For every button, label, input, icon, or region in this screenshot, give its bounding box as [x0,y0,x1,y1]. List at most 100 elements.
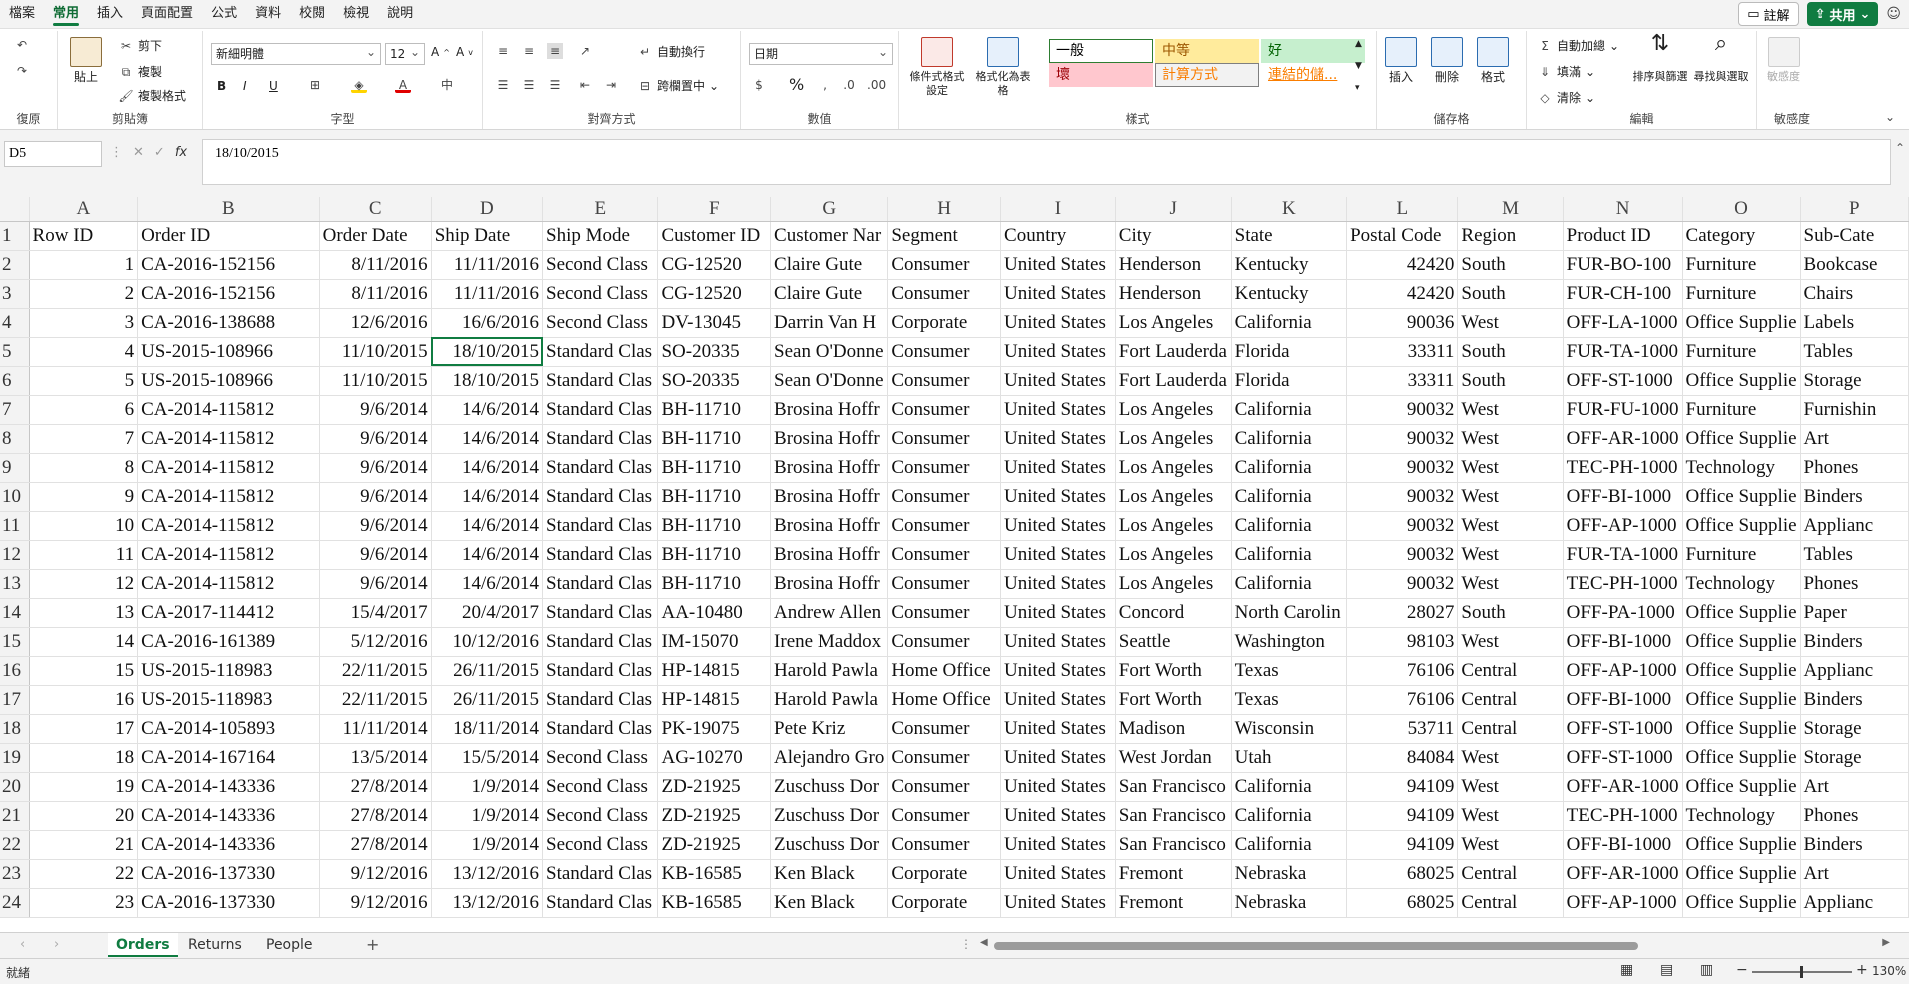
cell[interactable]: Central [1457,714,1564,744]
cell[interactable]: BH-11710 [657,424,772,454]
column-header[interactable]: O [1682,197,1801,222]
conditional-format-button[interactable]: 條件式格式設定 [907,37,967,98]
cell[interactable]: Art [1800,772,1909,802]
cell[interactable]: Office Supplie [1682,511,1801,541]
cell[interactable]: 2 [29,279,139,309]
cell[interactable]: HP-14815 [657,685,772,715]
cell[interactable]: Standard Clas [542,598,659,628]
row-header[interactable]: 6 [0,366,30,396]
cell[interactable]: Sean O'Donne [770,366,889,396]
cell[interactable]: CA-2014-143336 [137,830,320,860]
undo-button[interactable]: ↶ [14,37,30,53]
cell[interactable]: 1/9/2014 [431,830,544,860]
cell[interactable]: Technology [1682,801,1801,831]
align-top-button[interactable]: ≡ [495,43,511,59]
cell[interactable]: South [1457,250,1564,280]
shrink-font-button[interactable]: Av [456,45,473,59]
cell[interactable]: Paper [1800,598,1909,628]
cell[interactable]: Office Supplie [1682,772,1801,802]
cell[interactable]: Pete Kriz [770,714,889,744]
menu-tab[interactable]: 校閱 [290,0,334,28]
menu-tab[interactable]: 檢視 [334,0,378,28]
cell[interactable]: 14/6/2014 [431,424,544,454]
cell[interactable]: 42420 [1346,279,1459,309]
cell[interactable]: California [1231,772,1348,802]
cell[interactable]: Harold Pawla [770,685,889,715]
cell[interactable]: Ken Black [770,859,889,889]
cell[interactable]: Second Class [542,308,659,338]
cell[interactable]: 90032 [1346,482,1459,512]
cell[interactable]: 9/6/2014 [319,540,432,570]
row-header[interactable]: 5 [0,337,30,367]
header-cell[interactable]: City [1115,221,1232,251]
page-break-view-icon[interactable]: ▥ [1700,962,1713,978]
cell[interactable]: Applianc [1800,511,1909,541]
cell[interactable]: CG-12520 [657,250,772,280]
cell[interactable]: FUR-TA-1000 [1563,337,1683,367]
cell[interactable]: 12 [29,569,139,599]
cell[interactable]: FUR-FU-1000 [1563,395,1683,425]
row-header[interactable]: 19 [0,743,30,773]
cell[interactable]: FUR-BO-100 [1563,250,1683,280]
row-header[interactable]: 12 [0,540,30,570]
cell[interactable]: California [1231,569,1348,599]
cell[interactable]: OFF-AR-1000 [1563,772,1683,802]
cell[interactable]: 18/10/2015 [431,366,544,396]
cell[interactable]: West [1457,569,1564,599]
cell[interactable]: 4 [29,337,139,367]
cell[interactable]: SO-20335 [657,337,772,367]
autosum-button[interactable]: Σ 自動加總 ⌄ [1537,37,1619,54]
cell[interactable]: West [1457,627,1564,657]
cell[interactable]: Brosina Hoffr [770,540,889,570]
cell[interactable]: 8/11/2016 [319,250,432,280]
cancel-icon[interactable]: ✕ [133,145,144,160]
cell[interactable]: Second Class [542,772,659,802]
cell[interactable]: 11/10/2015 [319,366,432,396]
cell[interactable]: 9/6/2014 [319,453,432,483]
cell[interactable]: 26/11/2015 [431,685,544,715]
cell[interactable]: Consumer [887,279,1002,309]
cell[interactable]: OFF-LA-1000 [1563,308,1683,338]
percent-button[interactable]: % [789,75,804,94]
cell[interactable]: Storage [1800,714,1909,744]
cell[interactable]: 16/6/2016 [431,308,544,338]
format-painter-button[interactable]: 🖌 複製格式 [118,87,186,104]
cell[interactable]: 7 [29,424,139,454]
cell[interactable]: Standard Clas [542,714,659,744]
header-cell[interactable]: Ship Date [431,221,544,251]
cell[interactable]: 9/12/2016 [319,859,432,889]
cell[interactable]: Technology [1682,453,1801,483]
cell[interactable]: 42420 [1346,250,1459,280]
column-header[interactable]: H [887,197,1002,222]
cell-style-option[interactable]: 好 [1261,39,1365,63]
bold-button[interactable]: B [217,79,226,93]
cell[interactable]: 90032 [1346,569,1459,599]
row-header[interactable]: 16 [0,656,30,686]
cell[interactable]: OFF-BI-1000 [1563,482,1683,512]
cell[interactable]: 5 [29,366,139,396]
header-cell[interactable]: Country [1000,221,1116,251]
cell[interactable]: Andrew Allen [770,598,889,628]
cell[interactable]: Seattle [1115,627,1232,657]
sheet-tab[interactable]: Orders [108,933,178,957]
cell[interactable]: Standard Clas [542,627,659,657]
align-right-button[interactable]: ☰ [547,77,563,93]
cell[interactable]: CA-2016-152156 [137,279,320,309]
cell[interactable]: Los Angeles [1115,540,1232,570]
cell[interactable]: 15/4/2017 [319,598,432,628]
align-left-button[interactable]: ☰ [495,77,511,93]
cell[interactable]: Consumer [887,424,1002,454]
cell[interactable]: California [1231,830,1348,860]
cell[interactable]: Furniture [1682,279,1801,309]
cell[interactable]: Brosina Hoffr [770,569,889,599]
header-cell[interactable]: State [1231,221,1348,251]
cell[interactable]: California [1231,511,1348,541]
row-header[interactable]: 20 [0,772,30,802]
cell[interactable]: Zuschuss Dor [770,772,889,802]
cell[interactable]: United States [1000,424,1116,454]
cell[interactable]: Sean O'Donne [770,337,889,367]
cell[interactable]: 13 [29,598,139,628]
cell[interactable]: 13/5/2014 [319,743,432,773]
cell[interactable]: Central [1457,656,1564,686]
cell[interactable]: San Francisco [1115,830,1232,860]
